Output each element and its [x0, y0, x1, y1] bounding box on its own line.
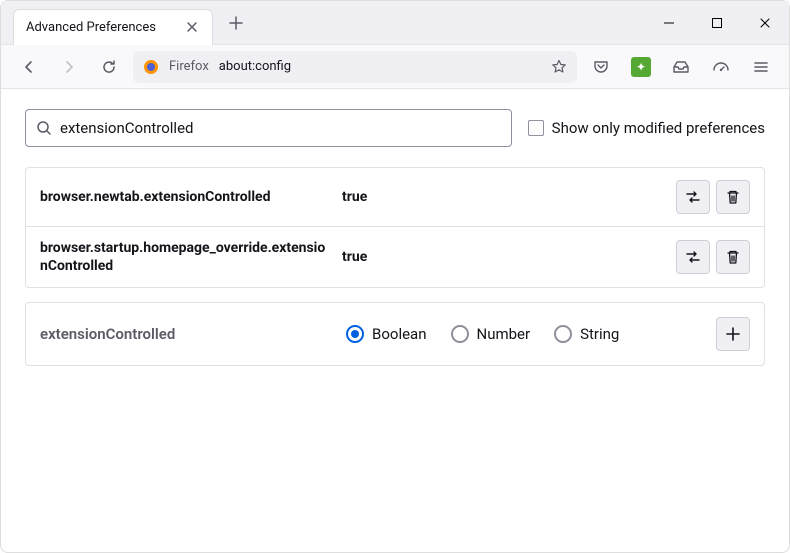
- checkbox-icon: [528, 120, 544, 136]
- delete-button[interactable]: [716, 180, 750, 214]
- extension-icon[interactable]: ✦: [625, 51, 657, 83]
- search-box[interactable]: [25, 109, 512, 147]
- show-modified-checkbox[interactable]: Show only modified preferences: [528, 119, 765, 137]
- pref-actions: [676, 180, 750, 214]
- radio-label: Number: [477, 325, 531, 343]
- firefox-logo-icon: [143, 59, 159, 75]
- radio-icon: [451, 325, 469, 343]
- window-controls: [645, 1, 789, 45]
- menu-button[interactable]: [745, 51, 777, 83]
- type-number-radio[interactable]: Number: [451, 325, 531, 343]
- pref-row: browser.newtab.extensionControlled true: [26, 168, 764, 227]
- url-context: Firefox: [169, 59, 209, 74]
- dashboard-icon[interactable]: [705, 51, 737, 83]
- pref-value: true: [342, 189, 664, 205]
- close-window-button[interactable]: [741, 1, 789, 45]
- add-pref-button[interactable]: [716, 317, 750, 351]
- type-boolean-radio[interactable]: Boolean: [346, 325, 427, 343]
- radio-label: Boolean: [372, 325, 427, 343]
- url-text: about:config: [219, 59, 541, 74]
- close-tab-icon[interactable]: [184, 19, 200, 35]
- new-tab-button[interactable]: [221, 8, 251, 38]
- back-button[interactable]: [13, 51, 45, 83]
- toggle-button[interactable]: [676, 240, 710, 274]
- type-radio-group: Boolean Number String: [346, 325, 700, 343]
- forward-button[interactable]: [53, 51, 85, 83]
- search-input[interactable]: [60, 119, 501, 137]
- pref-row: browser.startup.homepage_override.extens…: [26, 227, 764, 287]
- checkbox-label: Show only modified preferences: [552, 119, 765, 137]
- preferences-table: browser.newtab.extensionControlled true …: [25, 167, 765, 288]
- navbar: Firefox about:config ✦: [1, 45, 789, 89]
- browser-tab[interactable]: Advanced Preferences: [13, 9, 213, 45]
- maximize-button[interactable]: [693, 1, 741, 45]
- radio-icon: [554, 325, 572, 343]
- radio-label: String: [580, 325, 619, 343]
- delete-button[interactable]: [716, 240, 750, 274]
- reload-button[interactable]: [93, 51, 125, 83]
- pocket-icon[interactable]: [585, 51, 617, 83]
- pref-name: browser.newtab.extensionControlled: [40, 188, 330, 206]
- about-config-content: Show only modified preferences browser.n…: [1, 89, 789, 386]
- tab-title: Advanced Preferences: [26, 20, 174, 35]
- minimize-button[interactable]: [645, 1, 693, 45]
- inbox-icon[interactable]: [665, 51, 697, 83]
- toggle-button[interactable]: [676, 180, 710, 214]
- new-pref-row: extensionControlled Boolean Number Strin…: [25, 302, 765, 366]
- search-icon: [36, 120, 52, 136]
- address-bar[interactable]: Firefox about:config: [133, 51, 577, 83]
- radio-icon: [346, 325, 364, 343]
- titlebar: Advanced Preferences: [1, 1, 789, 45]
- new-pref-name: extensionControlled: [40, 325, 330, 343]
- type-string-radio[interactable]: String: [554, 325, 619, 343]
- bookmark-star-icon[interactable]: [551, 59, 567, 75]
- pref-value: true: [342, 249, 664, 265]
- search-row: Show only modified preferences: [25, 109, 765, 147]
- pref-name: browser.startup.homepage_override.extens…: [40, 239, 330, 275]
- pref-actions: [676, 240, 750, 274]
